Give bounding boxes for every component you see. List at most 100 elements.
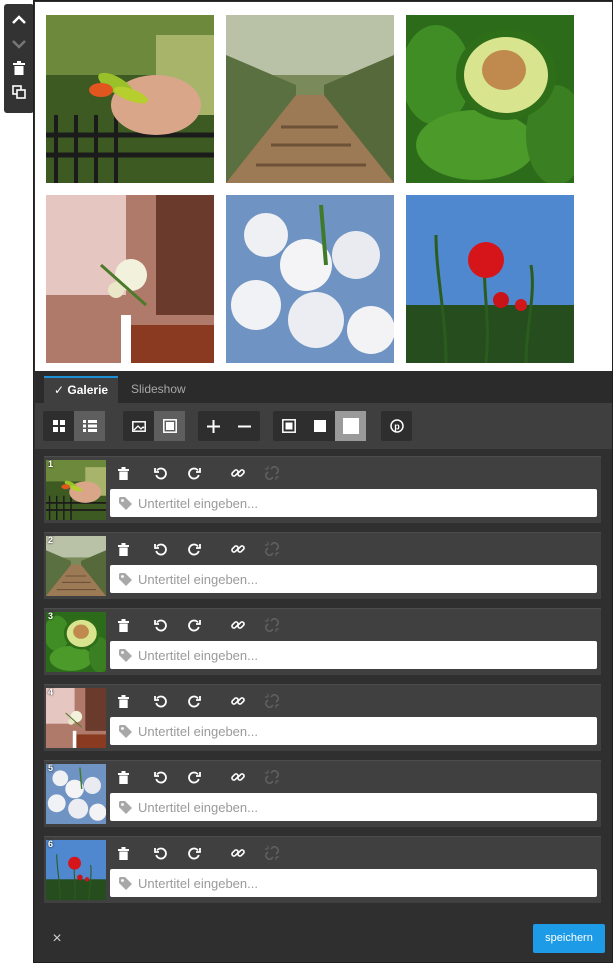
rotate-left-icon[interactable]: [151, 692, 169, 710]
caption-input[interactable]: [138, 565, 588, 593]
unlink-icon[interactable]: [263, 464, 281, 482]
preview-image-1[interactable]: [46, 15, 214, 183]
rotate-left-icon[interactable]: [151, 464, 169, 482]
trash-icon[interactable]: [114, 616, 132, 634]
preview-image-5[interactable]: [226, 195, 394, 363]
gallery-preview: [35, 2, 612, 371]
item-thumbnail[interactable]: [46, 840, 106, 900]
rotate-right-icon[interactable]: [185, 464, 203, 482]
link-icon[interactable]: [229, 616, 247, 634]
tag-icon: [119, 497, 132, 515]
preview-image-4[interactable]: [46, 195, 214, 363]
item-number: 6: [48, 839, 54, 849]
item-thumbnail[interactable]: [46, 688, 106, 748]
list-item-1: 1: [44, 456, 601, 523]
trash-icon[interactable]: [8, 58, 30, 78]
item-thumbnail[interactable]: [46, 460, 106, 520]
tag-icon: [119, 725, 132, 743]
tab-bar: ✓ Galerie Slideshow: [35, 371, 612, 403]
unlink-icon[interactable]: [263, 844, 281, 862]
rotate-right-icon[interactable]: [185, 616, 203, 634]
spacing-medium-icon[interactable]: [304, 411, 335, 441]
item-thumbnail[interactable]: [46, 764, 106, 824]
image-crop-icon[interactable]: [154, 411, 185, 441]
gallery-toolbar: p: [35, 403, 612, 449]
image-fit-icon[interactable]: [123, 411, 154, 441]
list-item-6: 6: [44, 836, 601, 903]
rotate-right-icon[interactable]: [185, 768, 203, 786]
rotate-right-icon[interactable]: [185, 844, 203, 862]
link-icon[interactable]: [229, 692, 247, 710]
move-down-icon[interactable]: [8, 34, 30, 54]
gallery-editor: ✓ Galerie Slideshow p 1 Untertitel einge…: [33, 0, 613, 963]
layout-group: [43, 411, 105, 441]
item-thumbnail[interactable]: [46, 612, 106, 672]
duplicate-icon[interactable]: [8, 82, 30, 102]
trash-icon[interactable]: [114, 844, 132, 862]
columns-group: [198, 411, 260, 441]
unlink-icon[interactable]: [263, 768, 281, 786]
tag-icon: [119, 573, 132, 591]
caption-field: [110, 489, 597, 517]
share-group: p: [381, 411, 412, 441]
list-item-3: 3: [44, 608, 601, 675]
plus-icon[interactable]: [198, 411, 229, 441]
tag-icon: [119, 649, 132, 667]
minus-icon[interactable]: [229, 411, 260, 441]
item-number: 5: [48, 763, 54, 773]
caption-field: [110, 641, 597, 669]
spacing-none-icon[interactable]: [335, 411, 366, 441]
preview-image-6[interactable]: [406, 195, 574, 363]
rotate-left-icon[interactable]: [151, 540, 169, 558]
caption-input[interactable]: [138, 489, 588, 517]
item-thumbnail[interactable]: [46, 536, 106, 596]
link-icon[interactable]: [229, 768, 247, 786]
trash-icon[interactable]: [114, 464, 132, 482]
close-icon[interactable]: ×: [47, 929, 67, 949]
caption-input[interactable]: [138, 717, 588, 745]
rotate-left-icon[interactable]: [151, 616, 169, 634]
grid-view-icon[interactable]: [43, 411, 74, 441]
caption-input[interactable]: [138, 793, 588, 821]
caption-input[interactable]: [138, 641, 588, 669]
list-item-4: 4: [44, 684, 601, 751]
preview-image-2[interactable]: [226, 15, 394, 183]
rotate-left-icon[interactable]: [151, 768, 169, 786]
tag-icon: [119, 801, 132, 819]
tag-icon: [119, 877, 132, 895]
item-number: 1: [48, 459, 54, 469]
unlink-icon[interactable]: [263, 540, 281, 558]
checkmark-icon: ✓: [54, 383, 65, 397]
rotate-right-icon[interactable]: [185, 540, 203, 558]
item-number: 3: [48, 611, 54, 621]
trash-icon[interactable]: [114, 540, 132, 558]
editor-footer: × speichern: [35, 917, 612, 962]
caption-input[interactable]: [138, 869, 588, 897]
caption-field: [110, 717, 597, 745]
block-mini-toolbar: [4, 4, 34, 113]
tab-gallery[interactable]: ✓ Galerie: [44, 376, 119, 403]
tab-slideshow[interactable]: Slideshow: [121, 376, 196, 403]
pinterest-icon[interactable]: p: [381, 411, 412, 441]
preview-image-3[interactable]: [406, 15, 574, 183]
rotate-left-icon[interactable]: [151, 844, 169, 862]
caption-field: [110, 565, 597, 593]
save-button[interactable]: speichern: [533, 924, 605, 953]
item-number: 4: [48, 687, 54, 697]
link-icon[interactable]: [229, 540, 247, 558]
caption-field: [110, 869, 597, 897]
unlink-icon[interactable]: [263, 692, 281, 710]
move-up-icon[interactable]: [8, 10, 30, 30]
svg-text:p: p: [394, 422, 400, 432]
trash-icon[interactable]: [114, 692, 132, 710]
link-icon[interactable]: [229, 464, 247, 482]
trash-icon[interactable]: [114, 768, 132, 786]
link-icon[interactable]: [229, 844, 247, 862]
rotate-right-icon[interactable]: [185, 692, 203, 710]
caption-field: [110, 793, 597, 821]
list-view-icon[interactable]: [74, 411, 105, 441]
image-fit-group: [123, 411, 185, 441]
unlink-icon[interactable]: [263, 616, 281, 634]
spacing-large-icon[interactable]: [273, 411, 304, 441]
spacing-group: [273, 411, 366, 441]
